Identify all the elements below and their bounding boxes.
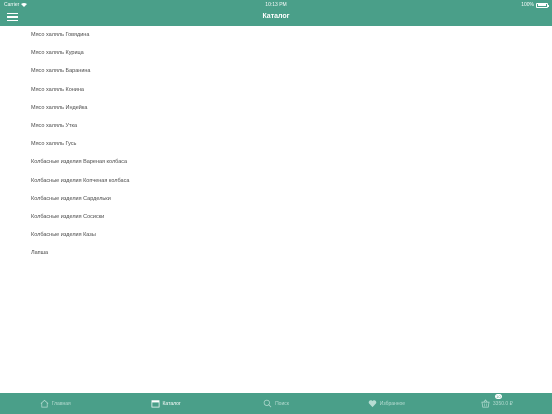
tab-cart[interactable]: 10 3350.0 ₽ bbox=[442, 393, 552, 414]
catalog-item-noodles[interactable]: Лапша bbox=[0, 244, 552, 262]
battery-percent: 100% bbox=[521, 2, 534, 8]
catalog-item-lamb[interactable]: Мясо халяль Баранина bbox=[0, 62, 552, 80]
search-icon bbox=[263, 399, 272, 408]
cart-badge: 10 bbox=[494, 394, 502, 399]
catalog-item-kazy[interactable]: Колбасные изделия Казы bbox=[0, 226, 552, 244]
catalog-item-beef[interactable]: Мясо халяль Говядина bbox=[0, 26, 552, 44]
tab-label: Главная bbox=[51, 400, 71, 407]
home-icon bbox=[40, 399, 49, 408]
calendar-icon bbox=[151, 400, 159, 408]
status-time: 10:13 PM bbox=[265, 2, 287, 8]
tab-bar: Главная Каталог Поиск Избранное 10 3350.… bbox=[0, 393, 552, 414]
catalog-item-duck[interactable]: Мясо халяль Утка bbox=[0, 117, 552, 135]
tab-catalog[interactable]: Каталог bbox=[110, 393, 220, 414]
cart-icon-wrapper: 10 bbox=[481, 394, 502, 408]
catalog-item-smoked-sausage[interactable]: Колбасные изделия Копченая колбаса bbox=[0, 172, 552, 190]
header: Carrier 10:13 PM 100% Каталог bbox=[0, 0, 552, 26]
tab-label: Избранное bbox=[379, 400, 406, 407]
tab-favorites[interactable]: Избранное bbox=[331, 393, 441, 414]
catalog-item-sardelki[interactable]: Колбасные изделия Сардельки bbox=[0, 190, 552, 208]
heart-icon bbox=[368, 400, 377, 408]
tab-label: Поиск bbox=[275, 400, 289, 407]
catalog-item-chicken[interactable]: Мясо халяль Курица bbox=[0, 44, 552, 62]
catalog-list: Мясо халяль Говядина Мясо халяль Курица … bbox=[0, 26, 552, 262]
cart-icon bbox=[481, 399, 490, 408]
nav-bar: Каталог bbox=[0, 9, 552, 26]
status-bar: Carrier 10:13 PM 100% bbox=[0, 0, 552, 9]
catalog-item-goose[interactable]: Мясо халяль Гусь bbox=[0, 135, 552, 153]
catalog-item-horse[interactable]: Мясо халяль Конина bbox=[0, 81, 552, 99]
catalog-item-boiled-sausage[interactable]: Колбасные изделия Вареная колбаса bbox=[0, 153, 552, 171]
tab-label: 3350.0 ₽ bbox=[492, 400, 513, 407]
battery-fill bbox=[537, 4, 547, 6]
tab-search[interactable]: Поиск bbox=[221, 393, 331, 414]
catalog-item-turkey[interactable]: Мясо халяль Индейка bbox=[0, 99, 552, 117]
tab-label: Каталог bbox=[162, 400, 181, 407]
tab-home[interactable]: Главная bbox=[0, 393, 110, 414]
status-right: 100% bbox=[521, 2, 549, 8]
battery-icon bbox=[536, 2, 549, 8]
page-title: Каталог bbox=[262, 13, 290, 20]
catalog-item-sosiski[interactable]: Колбасные изделия Сосиски bbox=[0, 208, 552, 226]
